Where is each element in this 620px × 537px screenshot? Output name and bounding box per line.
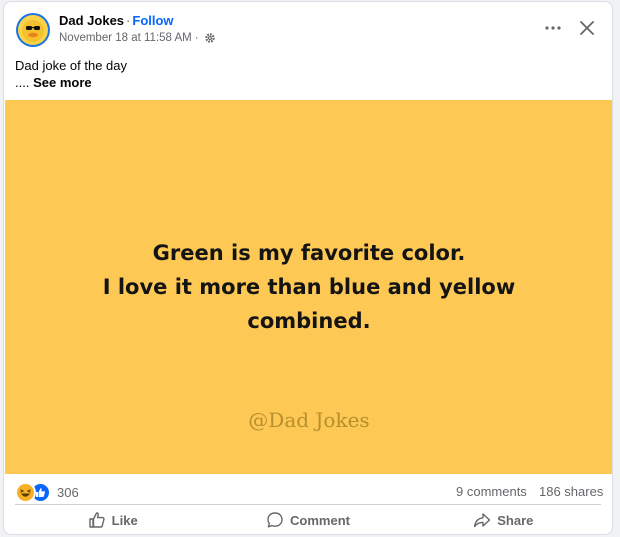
post-actions: Like Comment Share (15, 506, 601, 534)
reaction-count: 306 (57, 485, 79, 500)
post-text: Dad joke of the day .... See more (15, 57, 127, 91)
action-divider (15, 504, 601, 505)
share-button[interactable]: Share (406, 506, 601, 534)
duck-logo-icon (22, 20, 44, 42)
close-button[interactable] (571, 12, 603, 44)
gear-icon (204, 32, 216, 44)
see-more-line: .... See more (15, 74, 127, 91)
see-more-link[interactable]: See more (33, 75, 92, 90)
like-label: Like (111, 512, 138, 528)
comment-icon (267, 512, 283, 528)
page-avatar[interactable] (16, 13, 50, 47)
reactions-summary[interactable]: 306 (15, 482, 79, 503)
comment-label: Comment (290, 512, 350, 528)
post-timestamp[interactable]: November 18 at 11:58 AM (59, 32, 192, 44)
name-separator: · (126, 13, 131, 28)
more-options-button[interactable] (537, 12, 569, 44)
joke-line: Green is my favorite color. (152, 241, 466, 265)
thumbs-up-icon (88, 512, 105, 528)
avatar-image (18, 15, 48, 45)
share-label: Share (497, 512, 534, 528)
meta-separator: · (194, 32, 199, 44)
comments-count[interactable]: 9 comments (456, 484, 527, 499)
post-stats: 306 9 comments 186 shares (4, 480, 612, 503)
page-name-line: Dad Jokes · Follow (59, 13, 174, 28)
follow-button[interactable]: Follow (132, 13, 173, 28)
see-more-ellipsis: .... (15, 75, 30, 90)
like-button[interactable]: Like (15, 506, 210, 534)
joke-text: Green is my favorite color. I love it mo… (5, 236, 612, 338)
close-icon (580, 21, 594, 35)
image-watermark: @Dad Jokes (248, 408, 370, 432)
page-name[interactable]: Dad Jokes (59, 13, 124, 28)
joke-line: combined. (247, 309, 371, 333)
post-image[interactable]: Green is my favorite color. I love it mo… (5, 100, 612, 474)
post-caption: Dad joke of the day (15, 58, 128, 73)
haha-reaction-icon (15, 482, 36, 503)
post-card: Dad Jokes · Follow November 18 at 11:58 AM… (3, 1, 613, 535)
share-icon (474, 513, 491, 528)
joke-line: I love it more than blue and yellow (102, 275, 516, 299)
post-meta: November 18 at 11:58 AM · (59, 32, 216, 44)
post-header: Dad Jokes · Follow November 18 at 11:58 AM… (4, 2, 612, 56)
shares-count[interactable]: 186 shares (539, 484, 603, 499)
more-dots-icon (545, 26, 561, 30)
comment-button[interactable]: Comment (210, 506, 405, 534)
